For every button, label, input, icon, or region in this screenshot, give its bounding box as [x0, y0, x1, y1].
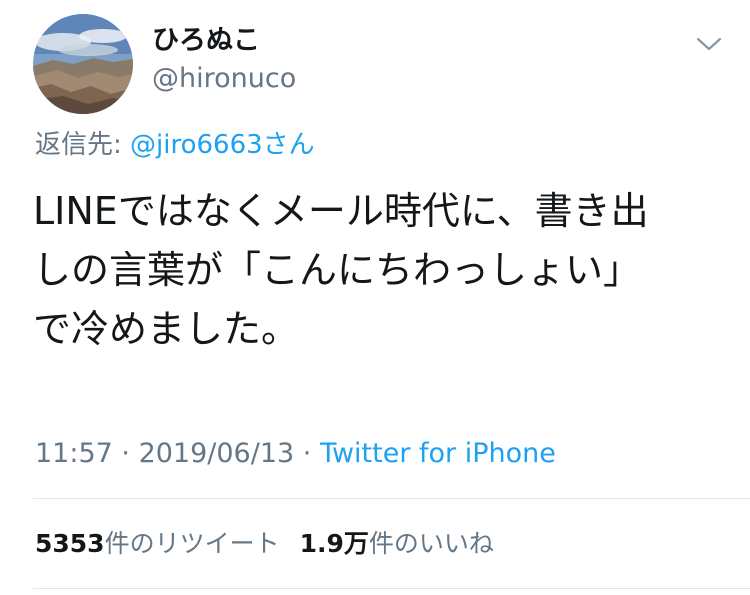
tweet-stats: 5353件のリツイート 1.9万件のいいね [35, 527, 494, 561]
reply-to-label: 返信先: [35, 130, 131, 160]
meta-separator: · [294, 438, 320, 469]
reply-mention-suffix[interactable]: さん [263, 130, 315, 160]
tweet-text-line: で冷めました。 [33, 307, 300, 351]
divider [33, 588, 750, 589]
avatar[interactable] [33, 14, 133, 114]
retweets-stat[interactable]: 5353件のリツイート [35, 529, 280, 558]
author-display-name[interactable]: ひろぬこ [152, 24, 260, 58]
likes-stat[interactable]: 1.9万件のいいね [300, 529, 494, 558]
chevron-down-icon[interactable] [694, 34, 724, 54]
likes-label: 件のいいね [368, 529, 494, 558]
retweets-count: 5353 [35, 529, 105, 558]
divider [33, 498, 750, 499]
retweets-label: 件のリツイート [104, 529, 280, 558]
author-handle[interactable]: @hironuco [152, 62, 296, 96]
landscape-avatar-icon [33, 14, 133, 114]
tweet-source-link[interactable]: Twitter for iPhone [320, 438, 556, 469]
tweet-text: LINEではなくメール時代に、書き出 しの言葉が「こんにちわっしょい」 で冷めま… [33, 182, 723, 359]
tweet-text-line: LINEではなくメール時代に、書き出 [33, 189, 649, 233]
meta-separator: · [112, 438, 139, 469]
reply-mention-link[interactable]: @jiro6663 [130, 130, 263, 160]
likes-count: 1.9万 [299, 529, 369, 558]
tweet-text-line: しの言葉が「こんにちわっしょい」 [33, 248, 642, 292]
tweet-time: 11:57 [35, 438, 113, 469]
tweet-date: 2019/06/13 [138, 438, 295, 469]
reply-to-line: 返信先: @jiro6663さん [35, 128, 315, 162]
tweet-meta: 11:57 · 2019/06/13 · Twitter for iPhone [35, 437, 556, 471]
